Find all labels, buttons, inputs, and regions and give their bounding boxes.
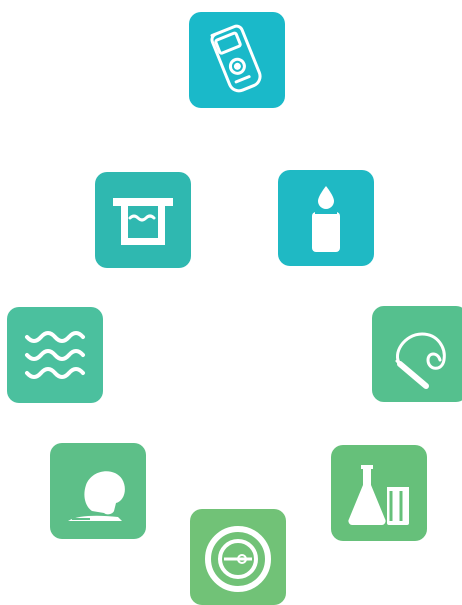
soil-sample-icon [58, 451, 138, 531]
water-waves-icon [15, 315, 95, 395]
cable-probe-icon [380, 314, 460, 394]
tile-disc-filter[interactable] [190, 509, 286, 605]
water-tank-icon [103, 180, 183, 260]
tile-lab-glassware[interactable] [331, 445, 427, 541]
tile-water-waves[interactable] [7, 307, 103, 403]
sample-bottle-icon [286, 178, 366, 258]
tile-soil-sample[interactable] [50, 443, 146, 539]
handheld-meter-icon [197, 20, 277, 100]
tile-sample-bottle[interactable] [278, 170, 374, 266]
disc-filter-icon [198, 517, 278, 597]
tile-cable-probe[interactable] [372, 306, 462, 402]
tile-handheld-meter[interactable] [189, 12, 285, 108]
lab-glassware-icon [339, 453, 419, 533]
tile-water-tank[interactable] [95, 172, 191, 268]
